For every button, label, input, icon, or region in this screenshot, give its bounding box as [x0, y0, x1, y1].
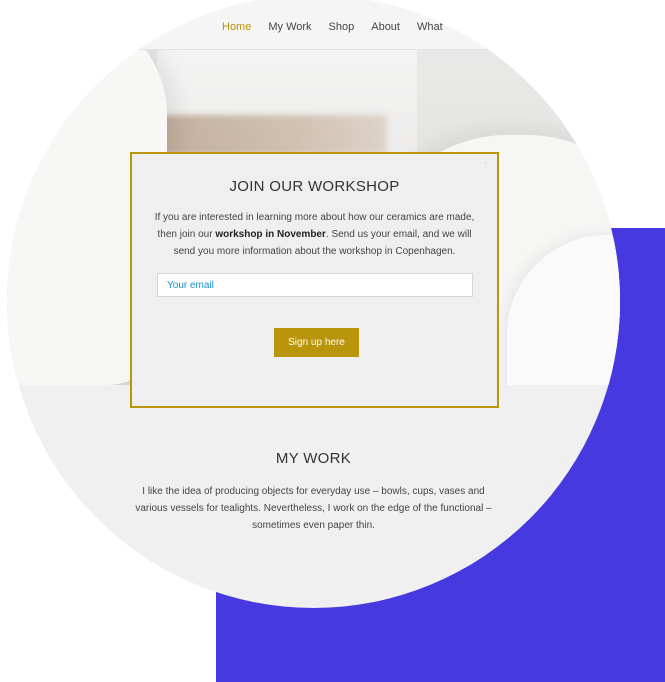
- modal-text-bold: workshop in November: [215, 229, 326, 240]
- circular-page-preview: Home My Work Shop About What · JOIN OUR …: [7, 0, 620, 608]
- close-icon[interactable]: ·: [485, 160, 487, 167]
- modal-title: JOIN OUR WORKSHOP: [229, 178, 400, 195]
- nav-item-my-work[interactable]: My Work: [268, 21, 311, 33]
- modal-description: If you are interested in learning more a…: [146, 209, 483, 260]
- my-work-text: I like the idea of producing objects for…: [135, 486, 492, 531]
- top-nav: Home My Work Shop About What: [7, 0, 620, 50]
- workshop-signup-modal: · JOIN OUR WORKSHOP If you are intereste…: [130, 152, 499, 408]
- nav-item-about[interactable]: About: [371, 21, 400, 33]
- nav-items: Home My Work Shop About What: [222, 21, 460, 33]
- my-work-title: MY WORK: [275, 450, 352, 467]
- hero-wood-surface: [157, 115, 387, 155]
- sign-up-button[interactable]: Sign up here: [274, 328, 359, 357]
- email-input[interactable]: [157, 273, 473, 297]
- nav-item-shop[interactable]: Shop: [329, 21, 355, 33]
- nav-item-what[interactable]: What: [417, 21, 443, 33]
- nav-item-home[interactable]: Home: [222, 21, 251, 33]
